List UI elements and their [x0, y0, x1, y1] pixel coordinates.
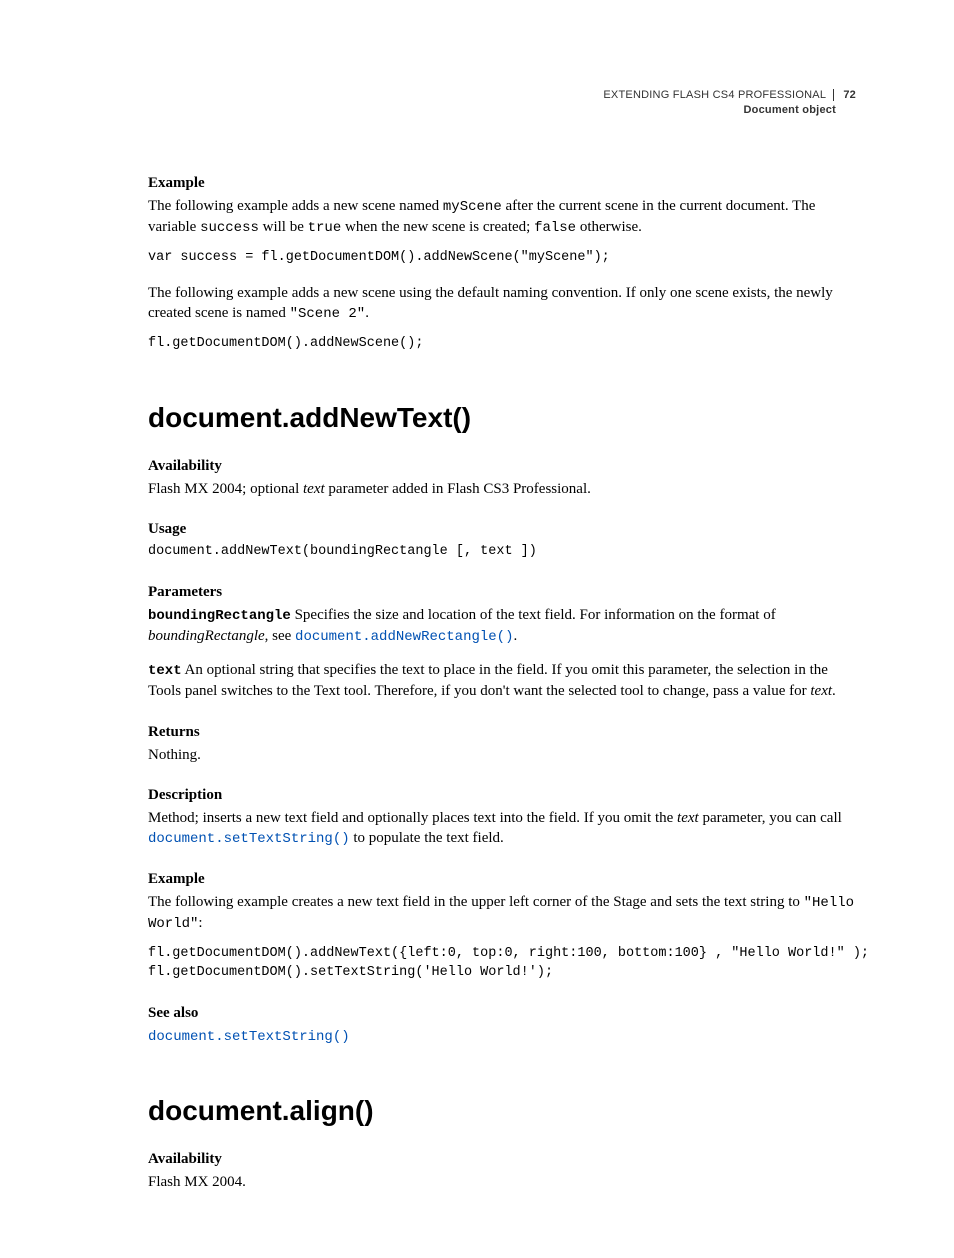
- description-text: Method; inserts a new text field and opt…: [148, 808, 856, 849]
- heading-usage: Usage: [148, 521, 856, 538]
- example-text: The following example creates a new text…: [148, 892, 856, 934]
- code-block: fl.getDocumentDOM().addNewText({left:0, …: [148, 944, 856, 983]
- seealso-links: document.setTextString(): [148, 1026, 856, 1047]
- returns-text: Nothing.: [148, 745, 856, 765]
- link-settextstring[interactable]: document.setTextString(): [148, 831, 350, 847]
- example-paragraph-2: The following example adds a new scene u…: [148, 283, 856, 324]
- inline-code: true: [308, 220, 342, 236]
- link-addnewrectangle[interactable]: document.addNewRectangle(): [295, 629, 513, 645]
- inline-code: success: [200, 220, 259, 236]
- parameter-boundingrectangle: boundingRectangle Specifies the size and…: [148, 605, 856, 647]
- heading-description: Description: [148, 787, 856, 804]
- page: EXTENDING FLASH CS4 PROFESSIONAL 72 Docu…: [0, 0, 954, 1258]
- inline-code: "Scene 2": [290, 306, 366, 322]
- running-header-line1: EXTENDING FLASH CS4 PROFESSIONAL 72: [603, 88, 856, 103]
- heading-seealso: See also: [148, 1005, 856, 1022]
- heading-example: Example: [148, 871, 856, 888]
- page-number: 72: [843, 89, 856, 101]
- method-heading-addnewtext: document.addNewText(): [148, 402, 856, 434]
- availability-text: Flash MX 2004.: [148, 1172, 856, 1192]
- param-name: boundingRectangle: [148, 608, 291, 624]
- running-header-section: Document object: [148, 103, 836, 118]
- heading-availability: Availability: [148, 458, 856, 475]
- link-settextstring[interactable]: document.setTextString(): [148, 1029, 350, 1045]
- inline-code: false: [534, 220, 576, 236]
- running-title: EXTENDING FLASH CS4 PROFESSIONAL: [603, 89, 825, 101]
- availability-text: Flash MX 2004; optional text parameter a…: [148, 479, 856, 499]
- heading-parameters: Parameters: [148, 584, 856, 601]
- param-name: text: [148, 663, 182, 679]
- heading-returns: Returns: [148, 724, 856, 741]
- running-header: EXTENDING FLASH CS4 PROFESSIONAL 72 Docu…: [148, 88, 856, 119]
- heading-availability: Availability: [148, 1151, 856, 1168]
- example-paragraph-1: The following example adds a new scene n…: [148, 196, 856, 238]
- code-block: fl.getDocumentDOM().addNewScene();: [148, 334, 856, 354]
- usage-code: document.addNewText(boundingRectangle [,…: [148, 542, 856, 562]
- heading-example: Example: [148, 175, 856, 192]
- code-block: var success = fl.getDocumentDOM().addNew…: [148, 248, 856, 268]
- method-heading-align: document.align(): [148, 1095, 856, 1127]
- page-number-divider: [833, 89, 834, 101]
- inline-code: myScene: [443, 199, 502, 215]
- parameter-text: text An optional string that specifies t…: [148, 660, 856, 701]
- page-content: Example The following example adds a new…: [148, 175, 856, 1192]
